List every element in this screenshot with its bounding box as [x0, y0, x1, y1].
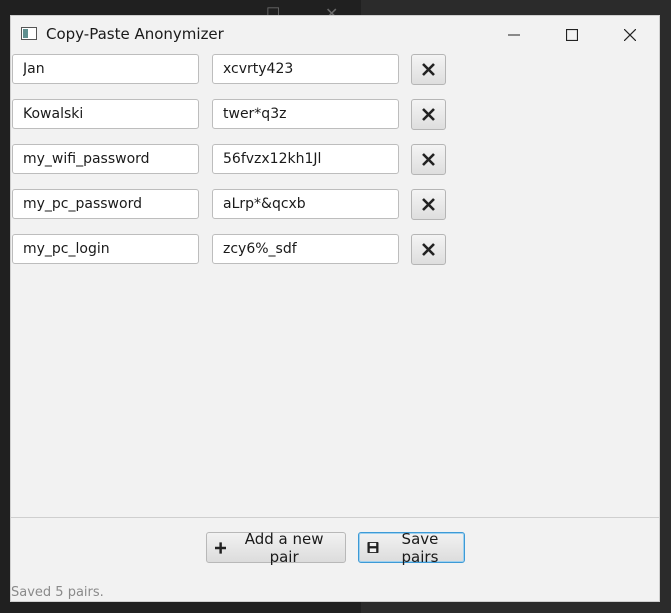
original-text-input[interactable] [12, 144, 199, 174]
title-bar[interactable]: Copy-Paste Anonymizer [11, 16, 659, 53]
maximize-icon [566, 28, 578, 41]
footer-divider [11, 517, 659, 518]
minimize-button[interactable] [485, 16, 543, 53]
close-icon [422, 108, 435, 121]
original-text-input[interactable] [12, 54, 199, 84]
maximize-button[interactable] [543, 16, 601, 53]
original-text-input[interactable] [12, 234, 199, 264]
pair-row [11, 54, 659, 86]
close-icon [624, 28, 636, 41]
minimize-icon [508, 34, 520, 35]
replacement-text-input[interactable] [212, 144, 399, 174]
close-icon [422, 153, 435, 166]
delete-pair-button[interactable] [411, 234, 446, 265]
save-pairs-label: Save pairs [401, 529, 439, 566]
close-icon [422, 243, 435, 256]
original-text-input[interactable] [12, 99, 199, 129]
replacement-text-input[interactable] [212, 189, 399, 219]
pair-row [11, 189, 659, 221]
floppy-disk-icon [367, 541, 379, 554]
window-title: Copy-Paste Anonymizer [46, 25, 224, 43]
status-text: Saved 5 pairs. [11, 585, 104, 600]
delete-pair-button[interactable] [411, 99, 446, 130]
replacement-text-input[interactable] [212, 99, 399, 129]
pair-row [11, 99, 659, 131]
save-pairs-button[interactable]: Save pairs [358, 529, 465, 566]
pair-row [11, 144, 659, 176]
app-icon [21, 27, 37, 40]
add-pair-button[interactable]: Add a new pair [206, 529, 346, 566]
pair-row [11, 234, 659, 266]
delete-pair-button[interactable] [411, 189, 446, 220]
replacement-text-input[interactable] [212, 54, 399, 84]
close-icon [422, 63, 435, 76]
add-pair-label: Add a new pair [244, 529, 324, 566]
app-window: Copy-Paste Anonymizer Jan xcvrty423 Kowa… [10, 15, 660, 602]
close-icon [422, 198, 435, 211]
delete-pair-button[interactable] [411, 54, 446, 85]
close-button[interactable] [601, 16, 659, 53]
plus-icon [215, 541, 227, 554]
original-text-input[interactable] [12, 189, 199, 219]
replacement-text-input[interactable] [212, 234, 399, 264]
delete-pair-button[interactable] [411, 144, 446, 175]
